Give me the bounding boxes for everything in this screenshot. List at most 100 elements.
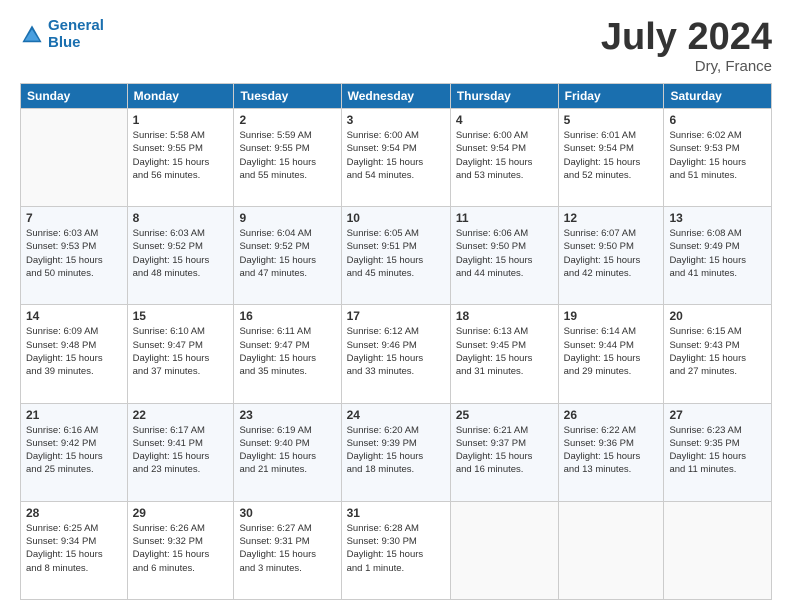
day-number: 17 (347, 309, 445, 323)
cell-text: Sunrise: 6:12 AM (347, 325, 445, 338)
table-cell: 27Sunrise: 6:23 AMSunset: 9:35 PMDayligh… (664, 403, 772, 501)
cell-text: Sunset: 9:43 PM (669, 339, 766, 352)
cell-text: Daylight: 15 hours (347, 156, 445, 169)
cell-text: Sunrise: 6:21 AM (456, 424, 553, 437)
cell-text: Daylight: 15 hours (26, 548, 122, 561)
cell-text: Daylight: 15 hours (133, 352, 229, 365)
cell-text: Daylight: 15 hours (239, 548, 335, 561)
cell-text: and 52 minutes. (564, 169, 659, 182)
location: Dry, France (601, 58, 772, 75)
cell-text: Sunset: 9:50 PM (456, 240, 553, 253)
cell-text: Daylight: 15 hours (456, 156, 553, 169)
cell-text: Daylight: 15 hours (26, 450, 122, 463)
cell-text: Sunrise: 6:09 AM (26, 325, 122, 338)
table-cell (450, 501, 558, 599)
day-number: 3 (347, 113, 445, 127)
cell-text: Sunset: 9:30 PM (347, 535, 445, 548)
day-number: 2 (239, 113, 335, 127)
cell-text: Daylight: 15 hours (669, 156, 766, 169)
cell-text: Sunrise: 6:08 AM (669, 227, 766, 240)
cell-text: Daylight: 15 hours (133, 254, 229, 267)
cell-text: and 8 minutes. (26, 562, 122, 575)
day-number: 22 (133, 408, 229, 422)
cell-text: Sunset: 9:44 PM (564, 339, 659, 352)
table-cell: 5Sunrise: 6:01 AMSunset: 9:54 PMDaylight… (558, 109, 664, 207)
cell-text: Sunset: 9:42 PM (26, 437, 122, 450)
day-number: 24 (347, 408, 445, 422)
cell-text: Sunrise: 6:22 AM (564, 424, 659, 437)
table-cell: 11Sunrise: 6:06 AMSunset: 9:50 PMDayligh… (450, 207, 558, 305)
cell-text: Daylight: 15 hours (239, 352, 335, 365)
table-cell: 13Sunrise: 6:08 AMSunset: 9:49 PMDayligh… (664, 207, 772, 305)
table-cell: 26Sunrise: 6:22 AMSunset: 9:36 PMDayligh… (558, 403, 664, 501)
cell-text: Daylight: 15 hours (347, 254, 445, 267)
cell-text: and 27 minutes. (669, 365, 766, 378)
cell-text: Sunset: 9:37 PM (456, 437, 553, 450)
table-cell: 9Sunrise: 6:04 AMSunset: 9:52 PMDaylight… (234, 207, 341, 305)
cell-text: and 50 minutes. (26, 267, 122, 280)
table-cell: 18Sunrise: 6:13 AMSunset: 9:45 PMDayligh… (450, 305, 558, 403)
cell-text: Daylight: 15 hours (133, 548, 229, 561)
cell-text: and 6 minutes. (133, 562, 229, 575)
cell-text: and 11 minutes. (669, 463, 766, 476)
day-number: 20 (669, 309, 766, 323)
cell-text: Daylight: 15 hours (456, 450, 553, 463)
calendar-table: Sunday Monday Tuesday Wednesday Thursday… (20, 83, 772, 600)
cell-text: and 55 minutes. (239, 169, 335, 182)
day-number: 25 (456, 408, 553, 422)
table-cell: 22Sunrise: 6:17 AMSunset: 9:41 PMDayligh… (127, 403, 234, 501)
cell-text: and 13 minutes. (564, 463, 659, 476)
cell-text: Sunset: 9:31 PM (239, 535, 335, 548)
cell-text: Daylight: 15 hours (347, 352, 445, 365)
cell-text: Sunrise: 6:05 AM (347, 227, 445, 240)
table-cell: 4Sunrise: 6:00 AMSunset: 9:54 PMDaylight… (450, 109, 558, 207)
cell-text: Daylight: 15 hours (564, 254, 659, 267)
table-cell: 21Sunrise: 6:16 AMSunset: 9:42 PMDayligh… (21, 403, 128, 501)
cell-text: Daylight: 15 hours (669, 352, 766, 365)
table-row: 14Sunrise: 6:09 AMSunset: 9:48 PMDayligh… (21, 305, 772, 403)
cell-text: Daylight: 15 hours (26, 352, 122, 365)
table-cell: 10Sunrise: 6:05 AMSunset: 9:51 PMDayligh… (341, 207, 450, 305)
cell-text: Sunset: 9:39 PM (347, 437, 445, 450)
cell-text: Daylight: 15 hours (133, 450, 229, 463)
day-number: 29 (133, 506, 229, 520)
day-number: 14 (26, 309, 122, 323)
cell-text: Sunrise: 6:16 AM (26, 424, 122, 437)
header-row: Sunday Monday Tuesday Wednesday Thursday… (21, 84, 772, 109)
cell-text: and 21 minutes. (239, 463, 335, 476)
table-cell: 15Sunrise: 6:10 AMSunset: 9:47 PMDayligh… (127, 305, 234, 403)
table-cell (664, 501, 772, 599)
cell-text: Sunset: 9:36 PM (564, 437, 659, 450)
table-cell: 23Sunrise: 6:19 AMSunset: 9:40 PMDayligh… (234, 403, 341, 501)
cell-text: and 51 minutes. (669, 169, 766, 182)
logo-line2: Blue (48, 34, 81, 51)
cell-text: Sunset: 9:55 PM (133, 142, 229, 155)
day-number: 10 (347, 211, 445, 225)
cell-text: Daylight: 15 hours (239, 156, 335, 169)
cell-text: and 44 minutes. (456, 267, 553, 280)
month-title: July 2024 (601, 18, 772, 56)
col-sunday: Sunday (21, 84, 128, 109)
cell-text: Sunrise: 6:04 AM (239, 227, 335, 240)
title-block: July 2024 Dry, France (601, 18, 772, 75)
table-cell: 2 Sunrise: 5:59 AMSunset: 9:55 PMDaylight… (234, 109, 341, 207)
cell-text: and 47 minutes. (239, 267, 335, 280)
cell-text: Sunset: 9:55 PM (239, 142, 335, 155)
cell-text: Sunset: 9:54 PM (347, 142, 445, 155)
cell-text: Sunrise: 6:10 AM (133, 325, 229, 338)
cell-text: and 53 minutes. (456, 169, 553, 182)
table-cell: 14Sunrise: 6:09 AMSunset: 9:48 PMDayligh… (21, 305, 128, 403)
table-cell (21, 109, 128, 207)
day-number: 23 (239, 408, 335, 422)
logo-text: General Blue (48, 18, 104, 51)
cell-text: Daylight: 15 hours (456, 254, 553, 267)
day-number: 1 (133, 113, 229, 127)
cell-text: Sunrise: 5:59 AM (239, 129, 335, 142)
cell-text: and 56 minutes. (133, 169, 229, 182)
day-number: 31 (347, 506, 445, 520)
day-number: 7 (26, 211, 122, 225)
table-cell: 30Sunrise: 6:27 AMSunset: 9:31 PMDayligh… (234, 501, 341, 599)
cell-text: Sunset: 9:41 PM (133, 437, 229, 450)
cell-text: and 41 minutes. (669, 267, 766, 280)
day-number: 11 (456, 211, 553, 225)
